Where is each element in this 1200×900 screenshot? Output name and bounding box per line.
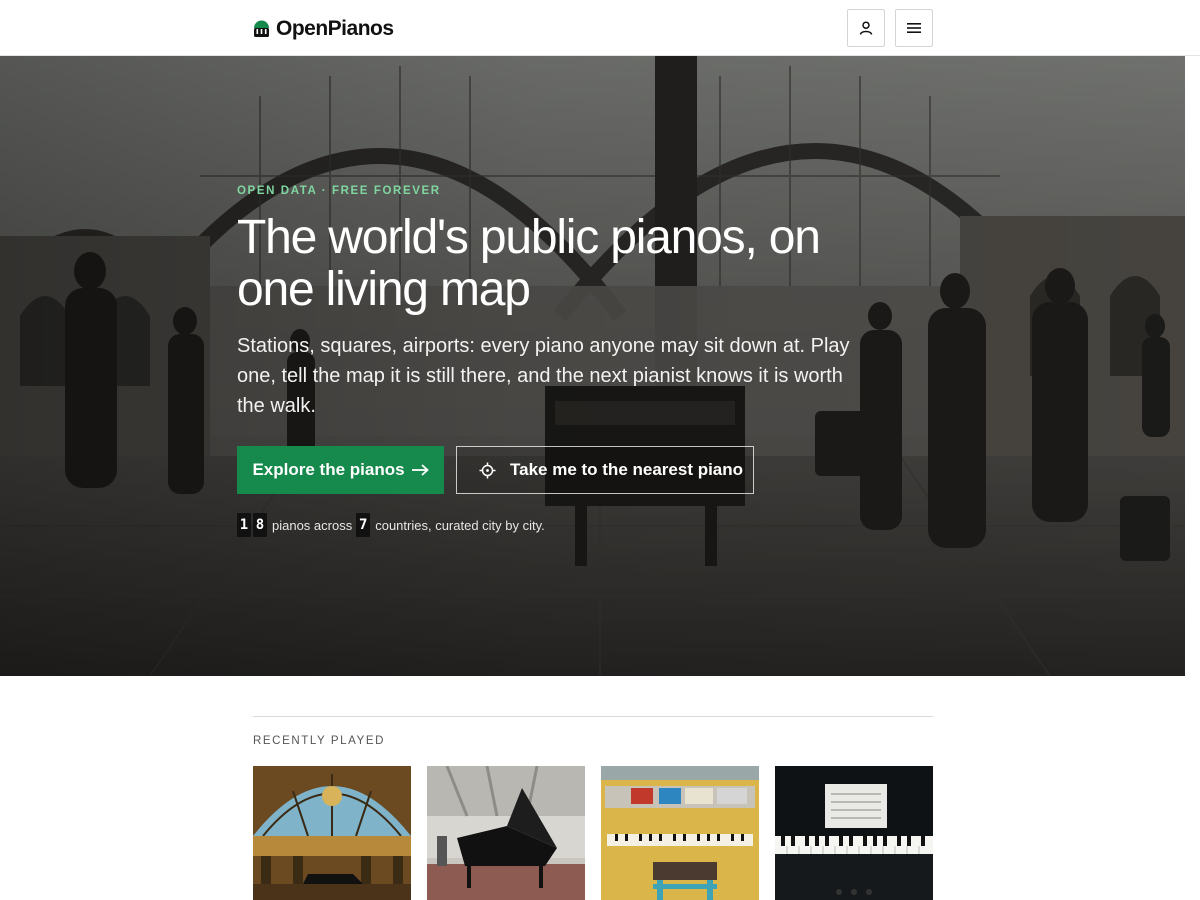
hero-section: OPEN DATA · FREE FOREVER The world's pub…	[0, 56, 1185, 676]
site-header: OpenPianos	[0, 0, 1200, 56]
recently-played-label: RECENTLY PLAYED	[253, 735, 386, 747]
piano-card[interactable]	[427, 766, 585, 900]
arrow-right-icon	[411, 464, 429, 476]
piano-photo	[253, 766, 411, 900]
piano-photo	[775, 766, 933, 900]
explore-pianos-button[interactable]: Explore the pianos	[237, 446, 444, 494]
hero-subtitle: Stations, squares, airports: every piano…	[237, 335, 850, 417]
piano-photo	[601, 766, 759, 900]
logo[interactable]: OpenPianos	[253, 17, 394, 41]
piano-count-digit: 8	[253, 513, 267, 537]
piano-logo-icon	[254, 20, 269, 37]
section-divider	[253, 716, 933, 717]
pianos-across-text: pianos across	[272, 517, 353, 533]
hero-eyebrow: OPEN DATA · FREE FOREVER	[237, 185, 441, 197]
piano-card[interactable]	[253, 766, 411, 900]
nearest-piano-label: Take me to the nearest piano	[510, 460, 744, 479]
country-count-digit: 7	[356, 513, 371, 537]
piano-card[interactable]	[775, 766, 933, 900]
account-button[interactable]	[847, 9, 885, 47]
recently-played-list	[253, 766, 933, 900]
person-icon	[859, 21, 873, 35]
piano-card[interactable]	[601, 766, 759, 900]
hamburger-menu-icon	[907, 23, 921, 33]
countries-text: countries, curated city by city.	[375, 517, 545, 533]
crosshair-icon	[479, 462, 496, 478]
menu-button[interactable]	[895, 9, 933, 47]
piano-photo	[427, 766, 585, 900]
nearest-piano-button[interactable]: Take me to the nearest piano	[456, 446, 754, 494]
logo-text: OpenPianos	[276, 17, 394, 40]
hero-title: The world's public pianos, on one living…	[237, 211, 821, 316]
piano-count-digit: 1	[237, 513, 251, 537]
explore-pianos-label: Explore the pianos	[252, 460, 405, 479]
hero-stats: 1 8 pianos across 7 countries, curated c…	[237, 513, 549, 537]
